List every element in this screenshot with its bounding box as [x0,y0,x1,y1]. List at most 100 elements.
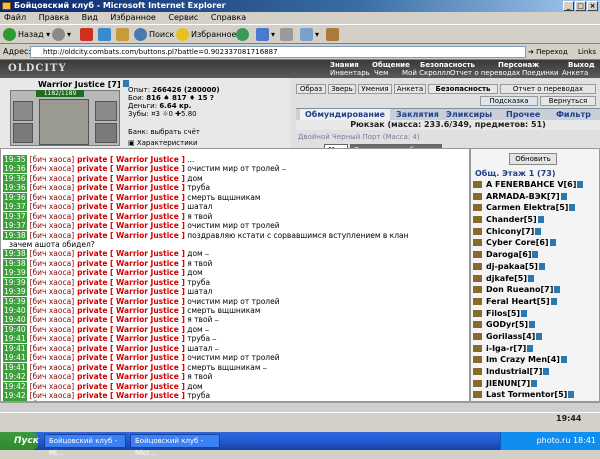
message-private-tag[interactable]: private [ Warrior Justice ] [77,325,185,334]
nav-knowledge[interactable]: Знания [330,61,359,69]
message-channel[interactable]: [бич хаоса] [30,249,75,258]
message-private-tag[interactable]: private [ Warrior Justice ] [77,315,185,324]
private-message-icon[interactable] [473,391,482,399]
list-item[interactable]: ARMADA-BЭK[7] [473,191,599,203]
user-name[interactable]: dj-pakaa[5] [486,262,538,271]
info-icon[interactable] [532,251,539,259]
menu-edit[interactable]: Правка [39,13,69,22]
message-time[interactable]: 19:42 [3,390,27,400]
info-icon[interactable] [527,344,534,352]
mail-button[interactable]: ▾ [256,27,275,43]
message-private-tag[interactable]: private [ Warrior Justice ] [77,155,185,164]
message-private-tag[interactable]: private [ Warrior Justice ] [77,249,185,258]
message-private-tag[interactable]: private [ Warrior Justice ] [77,193,185,202]
private-message-icon[interactable] [473,379,482,387]
helmet-slot-icon[interactable] [13,101,33,121]
info-icon[interactable] [531,379,538,387]
nav-transfer-report[interactable]: Отчет о переводах [450,69,520,77]
history-button[interactable] [236,27,251,43]
user-name[interactable]: Carmen Elektra[5] [486,203,568,212]
tab-skills[interactable]: Умения [358,84,392,94]
message-time[interactable]: 19:35 [3,155,27,164]
message-time[interactable]: 19:37 [3,221,27,231]
info-icon[interactable] [549,239,556,247]
message-channel[interactable]: [бич хаоса] [30,278,75,287]
message-channel[interactable]: [бич хаоса] [30,164,75,173]
private-message-icon[interactable] [473,227,482,235]
message-time[interactable]: 19:43 [3,400,27,401]
message-time[interactable]: 19:38 [3,249,27,259]
characteristics-link[interactable]: ▣ Характеристики [128,139,198,147]
nav-chem[interactable]: Чем [374,69,388,77]
tab-pet[interactable]: Зверь [328,84,356,94]
info-icon[interactable] [577,181,584,188]
message-time[interactable]: 19:36 [3,192,27,202]
print-button[interactable] [280,27,295,43]
info-icon[interactable] [538,262,545,270]
message-private-tag[interactable]: private [ Warrior Justice ] [77,164,185,173]
user-name[interactable]: Cyber Core[6] [486,238,549,247]
private-message-icon[interactable] [473,309,482,317]
address-input[interactable]: http://oldcity.combats.com/buttons.pl?ba… [30,46,526,58]
list-item[interactable]: Don Rueano[7] [473,284,599,296]
user-name[interactable]: Don Rueano[7] [486,285,553,294]
user-name[interactable]: Feral Heart[5] [486,297,550,306]
private-message-icon[interactable] [473,332,482,340]
message-time[interactable]: 19:37 [3,202,27,212]
edit-button[interactable]: ▾ [300,27,319,43]
message-channel[interactable]: [бич хаоса] [30,221,75,230]
menu-tools[interactable]: Сервис [168,13,198,22]
menu-favorites[interactable]: Избранное [110,13,155,22]
message-channel[interactable]: [бич хаоса] [30,353,75,362]
message-private-tag[interactable]: private [ Warrior Justice ] [77,372,185,381]
nav-profile[interactable]: Анкета [562,69,588,77]
message-private-tag[interactable]: private [ Warrior Justice ] [77,334,185,343]
list-item[interactable]: Im Crazy Men[4] [473,354,599,366]
message-private-tag[interactable]: private [ Warrior Justice ] [77,212,185,221]
forward-button[interactable]: ▾ [52,27,71,43]
list-item[interactable]: JIENUN[7] [473,378,599,390]
private-message-icon[interactable] [473,344,482,352]
user-name[interactable]: Gorilass[4] [486,332,535,341]
list-item[interactable]: A FENERBAHCE V[6] [473,179,599,191]
message-channel[interactable]: [бич хаоса] [30,382,75,391]
message-time[interactable]: 19:41 [3,343,27,353]
tab-profile[interactable]: Анкета [394,84,426,94]
message-channel[interactable]: [бич хаоса] [30,315,75,324]
message-channel[interactable]: [бич хаоса] [30,183,75,192]
message-private-tag[interactable]: private [ Warrior Justice ] [77,287,185,296]
minimize-button[interactable]: _ [563,1,574,11]
discuss-button[interactable] [326,27,341,43]
message-private-tag[interactable]: private [ Warrior Justice ] [77,353,185,362]
nav-inventory[interactable]: Инвентарь [330,69,370,77]
item-name[interactable]: Двойной Черный Порт (Масса: 4) [298,133,598,143]
private-message-icon[interactable] [473,286,482,294]
user-name[interactable]: GODyr[5] [486,320,528,329]
list-item[interactable]: Feral Heart[5] [473,296,599,308]
private-message-icon[interactable] [473,297,482,305]
info-icon[interactable] [537,216,544,224]
weapon-slot-icon[interactable] [13,123,33,143]
message-private-tag[interactable]: private [ Warrior Justice ] [77,174,185,183]
back-button[interactable]: Назад ▾ [3,27,50,43]
message-private-tag[interactable]: private [ Warrior Justice ] [77,297,185,306]
menu-help[interactable]: Справка [211,13,246,22]
tab-transfer-report[interactable]: Отчет о переводах [500,84,596,94]
nav-character[interactable]: Персонаж [498,61,539,69]
list-item[interactable]: Filos[5] [473,308,599,320]
message-private-tag[interactable]: private [ Warrior Justice ] [77,382,185,391]
info-icon[interactable] [568,391,575,399]
list-item[interactable]: i-Iga-r[7] [473,343,599,355]
message-channel[interactable]: [бич хаоса] [30,155,75,164]
character-portrait[interactable] [10,90,120,146]
message-private-tag[interactable]: private [ Warrior Justice ] [77,221,185,230]
message-time[interactable]: 19:38 [3,230,27,240]
private-message-icon[interactable] [473,251,482,259]
message-channel[interactable]: [бич хаоса] [30,363,75,372]
private-message-icon[interactable] [473,274,482,282]
list-item[interactable]: Industrial[7] [473,366,599,378]
info-icon[interactable] [521,309,528,317]
message-channel[interactable]: [бич хаоса] [30,334,75,343]
message-channel[interactable]: [бич хаоса] [30,344,75,353]
message-time[interactable]: 19:42 [3,372,27,382]
